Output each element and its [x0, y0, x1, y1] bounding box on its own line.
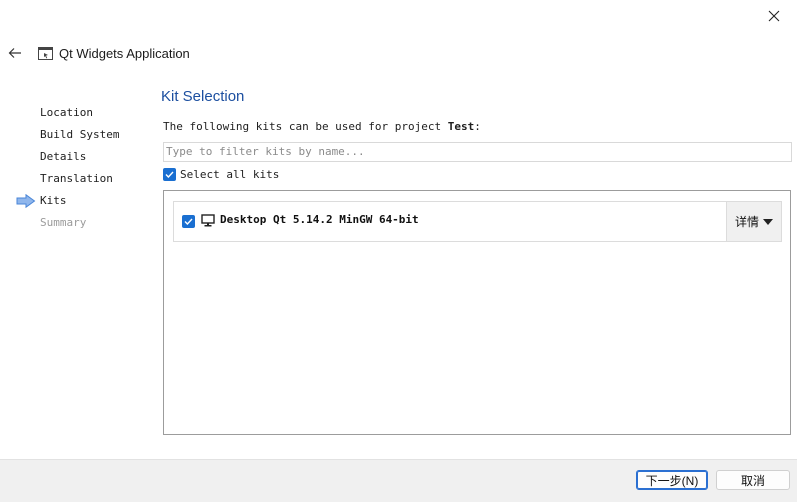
window-title: Qt Widgets Application — [59, 46, 190, 61]
application-icon — [38, 47, 53, 60]
kit-filter-placeholder: Type to filter kits by name... — [166, 145, 365, 158]
kit-row: Desktop Qt 5.14.2 MinGW 64-bit 详情 — [173, 201, 782, 242]
step-location: Location — [40, 106, 93, 119]
close-icon — [768, 10, 780, 22]
description-suffix: : — [474, 120, 481, 133]
step-translation: Translation — [40, 172, 113, 185]
wizard-window: Qt Widgets Application Location Build Sy… — [0, 0, 797, 502]
kit-checkbox[interactable] — [182, 215, 195, 228]
project-name: Test — [447, 120, 475, 133]
back-arrow-icon — [8, 48, 21, 58]
current-step-arrow-icon — [16, 194, 36, 208]
chevron-down-icon — [763, 218, 773, 225]
checkmark-icon — [184, 218, 193, 225]
step-build-system: Build System — [40, 128, 120, 141]
select-all-kits-label: Select all kits — [180, 168, 280, 181]
details-label: 详情 — [734, 215, 759, 229]
step-summary: Summary — [40, 216, 87, 229]
checkbox-checked-icon — [163, 168, 176, 181]
kits-description: The following kits can be used for proje… — [163, 120, 481, 133]
close-button[interactable] — [751, 0, 797, 32]
page-title: Kit Selection — [161, 88, 245, 105]
kits-list: Desktop Qt 5.14.2 MinGW 64-bit 详情 — [163, 190, 791, 435]
kit-filter-input[interactable]: Type to filter kits by name... — [163, 142, 792, 162]
select-all-kits-checkbox[interactable]: Select all kits — [163, 168, 279, 181]
desktop-monitor-icon — [201, 214, 215, 227]
step-details: Details — [40, 150, 87, 163]
description-prefix: The following kits can be used for proje… — [163, 120, 448, 133]
wizard-footer: 下一步(N) 取消 — [0, 459, 797, 502]
cancel-button[interactable]: 取消 — [716, 470, 790, 490]
back-button[interactable] — [6, 44, 24, 62]
next-button[interactable]: 下一步(N) — [636, 470, 708, 490]
kit-name: Desktop Qt 5.14.2 MinGW 64-bit — [220, 213, 419, 226]
kit-details-dropdown-button[interactable]: 详情 — [726, 202, 781, 241]
step-kits: Kits — [40, 194, 67, 207]
